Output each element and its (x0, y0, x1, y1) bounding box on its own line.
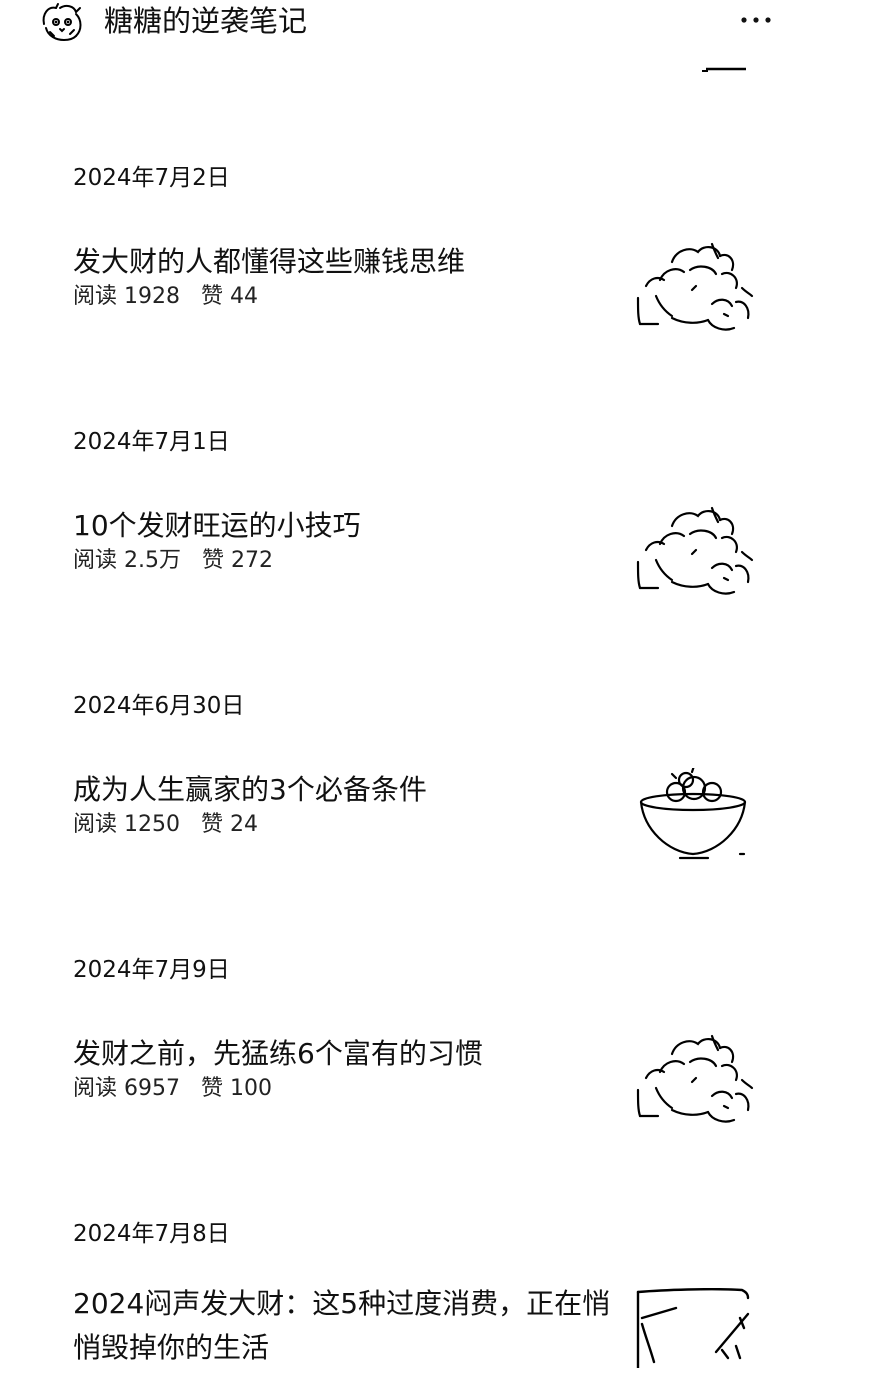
more-button[interactable] (734, 4, 780, 34)
article-title[interactable]: 成为人生赢家的3个必备条件 (73, 768, 613, 812)
account-avatar[interactable] (40, 2, 84, 42)
article-stats: 阅读 1928 赞 44 (73, 282, 258, 312)
article-date: 2024年7月2日 (73, 165, 230, 191)
article-title[interactable]: 发财之前，先猛练6个富有的习惯 (73, 1032, 613, 1076)
frame-sketch-icon (636, 1288, 750, 1368)
article-thumbnail[interactable] (632, 1032, 754, 1124)
read-label: 阅读 (73, 1076, 118, 1101)
read-count: 1250 (124, 812, 181, 837)
fruit-bowl-sketch-icon (639, 768, 747, 860)
article-item[interactable]: 发财之前，先猛练6个富有的习惯 阅读 6957 赞 100 (0, 1032, 878, 1142)
article-thumbnail[interactable] (632, 240, 754, 332)
like-label: 赞 (201, 1076, 224, 1101)
read-label: 阅读 (73, 812, 118, 837)
thumbnail-remnant (702, 67, 746, 72)
cat-avatar-icon (42, 3, 82, 42)
read-count: 1928 (124, 284, 181, 309)
like-count: 24 (230, 812, 259, 837)
like-count: 272 (231, 548, 274, 573)
article-date: 2024年6月30日 (73, 693, 245, 719)
account-header: 糖糖的逆袭笔记 (0, 0, 878, 46)
read-label: 阅读 (73, 284, 118, 309)
article-title[interactable]: 10个发财旺运的小技巧 (73, 504, 613, 548)
read-count: 6957 (124, 1076, 181, 1101)
article-stats: 阅读 1250 赞 24 (73, 810, 258, 840)
article-thumbnail[interactable] (632, 504, 754, 596)
like-count: 100 (230, 1076, 273, 1101)
article-item[interactable]: 10个发财旺运的小技巧 阅读 2.5万 赞 272 (0, 504, 878, 614)
read-label: 阅读 (73, 548, 118, 573)
article-date: 2024年7月9日 (73, 957, 230, 983)
like-label: 赞 (201, 284, 224, 309)
like-label: 赞 (202, 548, 225, 573)
account-name[interactable]: 糖糖的逆袭笔记 (104, 3, 307, 39)
read-count: 2.5万 (124, 548, 182, 573)
article-stats: 阅读 6957 赞 100 (73, 1074, 272, 1104)
article-thumbnail[interactable] (632, 1288, 754, 1380)
fruit-pile-sketch-icon (636, 506, 754, 595)
article-title[interactable]: 2024闷声发大财：这5种过度消费，正在悄悄毁掉你的生活 (73, 1282, 613, 1370)
article-date: 2024年7月1日 (73, 429, 230, 455)
article-stats: 阅读 2.5万 赞 272 (73, 546, 273, 576)
article-item[interactable]: 2024闷声发大财：这5种过度消费，正在悄悄毁掉你的生活 (0, 1282, 878, 1372)
article-item[interactable]: 发大财的人都懂得这些赚钱思维 阅读 1928 赞 44 (0, 240, 878, 350)
fruit-pile-sketch-icon (636, 242, 754, 331)
article-date: 2024年7月8日 (73, 1221, 230, 1247)
fruit-pile-sketch-icon (636, 1034, 754, 1123)
article-title[interactable]: 发大财的人都懂得这些赚钱思维 (73, 240, 613, 284)
like-count: 44 (230, 284, 259, 309)
article-item[interactable]: 成为人生赢家的3个必备条件 阅读 1250 赞 24 (0, 768, 878, 878)
article-thumbnail[interactable] (632, 768, 754, 860)
article-feed: 2024年7月2日 发大财的人都懂得这些赚钱思维 阅读 1928 赞 44 20… (0, 0, 878, 1368)
like-label: 赞 (201, 812, 224, 837)
more-dots-icon (741, 17, 771, 23)
